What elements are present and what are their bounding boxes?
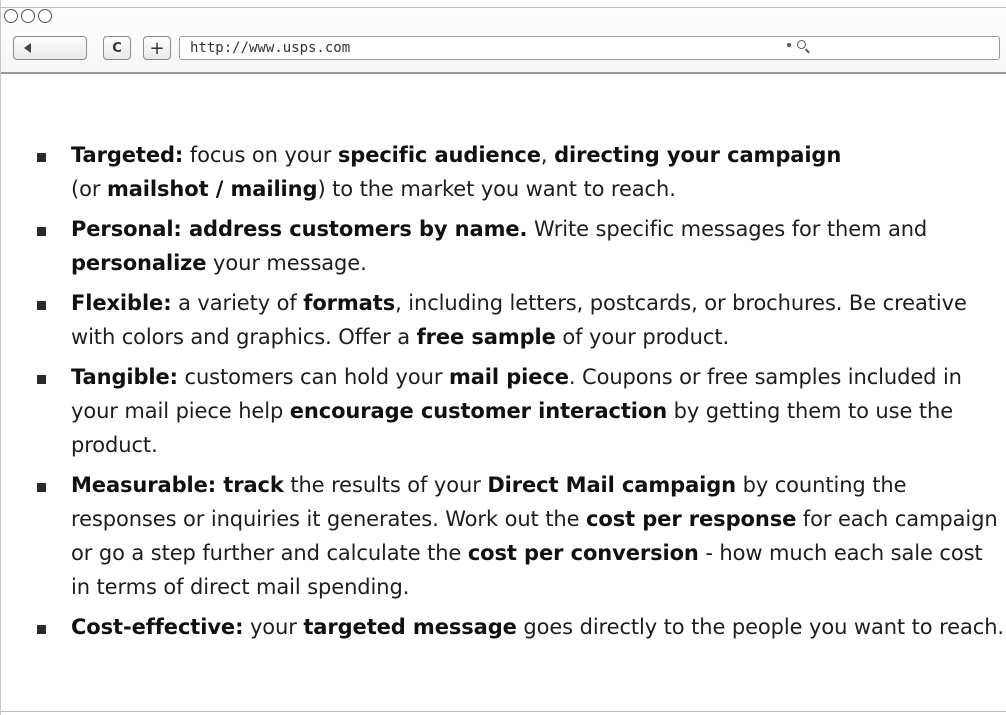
bold-text: encourage customer interaction [289,399,668,423]
body-text: the results of your [283,473,488,497]
body-text: your mail piece help [71,399,290,423]
bold-text: Targeted: [71,143,184,167]
bold-text: cost per response [586,507,797,531]
list-item: Tangible: customers can hold your mail p… [37,360,1004,462]
browser-window: C + http://www.usps.com Targeted: focus … [0,0,1006,715]
close-window-button[interactable] [4,9,18,23]
back-arrow-icon [24,43,31,53]
reload-button[interactable]: C [103,36,131,60]
body-text: or go a step further and calculate the [71,541,468,565]
bold-text: Measurable: track [71,473,284,497]
body-text: by counting the [736,473,907,497]
bold-text: Personal: address customers by name. [71,217,528,241]
body-text: of your product. [555,325,730,349]
search-control[interactable] [787,40,806,49]
bold-text: formats [303,291,396,315]
zoom-window-button[interactable] [38,9,52,23]
bottom-divider [1,711,1006,712]
search-dot-icon [787,42,791,47]
minimize-window-button[interactable] [21,9,35,23]
add-bookmark-button[interactable]: + [143,36,171,60]
body-text: goes directly to the people you want to … [516,615,1004,639]
back-button[interactable] [13,36,87,60]
bold-text: mail piece [448,365,569,389]
body-text: in terms of direct mail spending. [71,575,410,599]
bold-text: mailshot / mailing [106,177,318,201]
bold-text: Flexible: [71,291,172,315]
body-text: a variety of [171,291,304,315]
bold-text: Tangible: [71,365,178,389]
bold-text: Cost-effective: [71,615,244,639]
body-text: . Coupons or free samples included in [568,365,962,389]
feature-list: Targeted: focus on your specific audienc… [37,138,1004,650]
navigation-row: C + http://www.usps.com [7,36,1006,60]
list-item: Personal: address customers by name. Wri… [37,212,1004,280]
reload-icon: C [112,40,122,56]
body-text: responses or inquiries it generates. Wor… [71,507,587,531]
bold-text: Direct Mail campaign [487,473,737,497]
bold-text: targeted message [303,615,517,639]
bold-text: directing your campaign [554,143,842,167]
body-text: , including letters, postcards, or broch… [395,291,967,315]
body-text: , [540,143,555,167]
list-item: Flexible: a variety of formats, includin… [37,286,1004,354]
body-text: - how much each sale cost [698,541,983,565]
body-text: (or [71,177,107,201]
bold-text: personalize [71,251,207,275]
body-text: ) to the market you want to reach. [317,177,676,201]
bullet-icon [37,301,46,310]
window-controls [4,9,52,23]
bullet-icon [37,483,46,492]
body-text: your [243,615,304,639]
bullet-icon [37,625,46,634]
body-text: by getting them to use the [667,399,954,423]
plus-icon: + [149,37,165,59]
address-bar-url: http://www.usps.com [190,40,351,56]
bold-text: specific audience [337,143,541,167]
bullet-icon [37,375,46,384]
list-item: Targeted: focus on your specific audienc… [37,138,1004,206]
body-text: for each campaign [796,507,998,531]
list-item: Cost-effective: your targeted message go… [37,610,1004,644]
bullet-icon [37,227,46,236]
bold-text: cost per conversion [467,541,699,565]
body-text: your message. [206,251,367,275]
body-text: Write specific messages for them and [527,217,928,241]
browser-toolbar: C + http://www.usps.com [1,0,1006,74]
address-bar[interactable]: http://www.usps.com [179,36,1000,60]
body-text: product. [71,433,158,457]
body-text: customers can hold your [177,365,449,389]
list-item: Measurable: track the results of your Di… [37,468,1004,604]
page-content: Targeted: focus on your specific audienc… [1,74,1006,715]
bullet-icon [37,153,46,162]
title-bar-divider [1,7,1006,8]
body-text: with colors and graphics. Offer a [71,325,417,349]
bold-text: free sample [416,325,556,349]
body-text: focus on your [183,143,338,167]
search-icon [797,40,806,49]
